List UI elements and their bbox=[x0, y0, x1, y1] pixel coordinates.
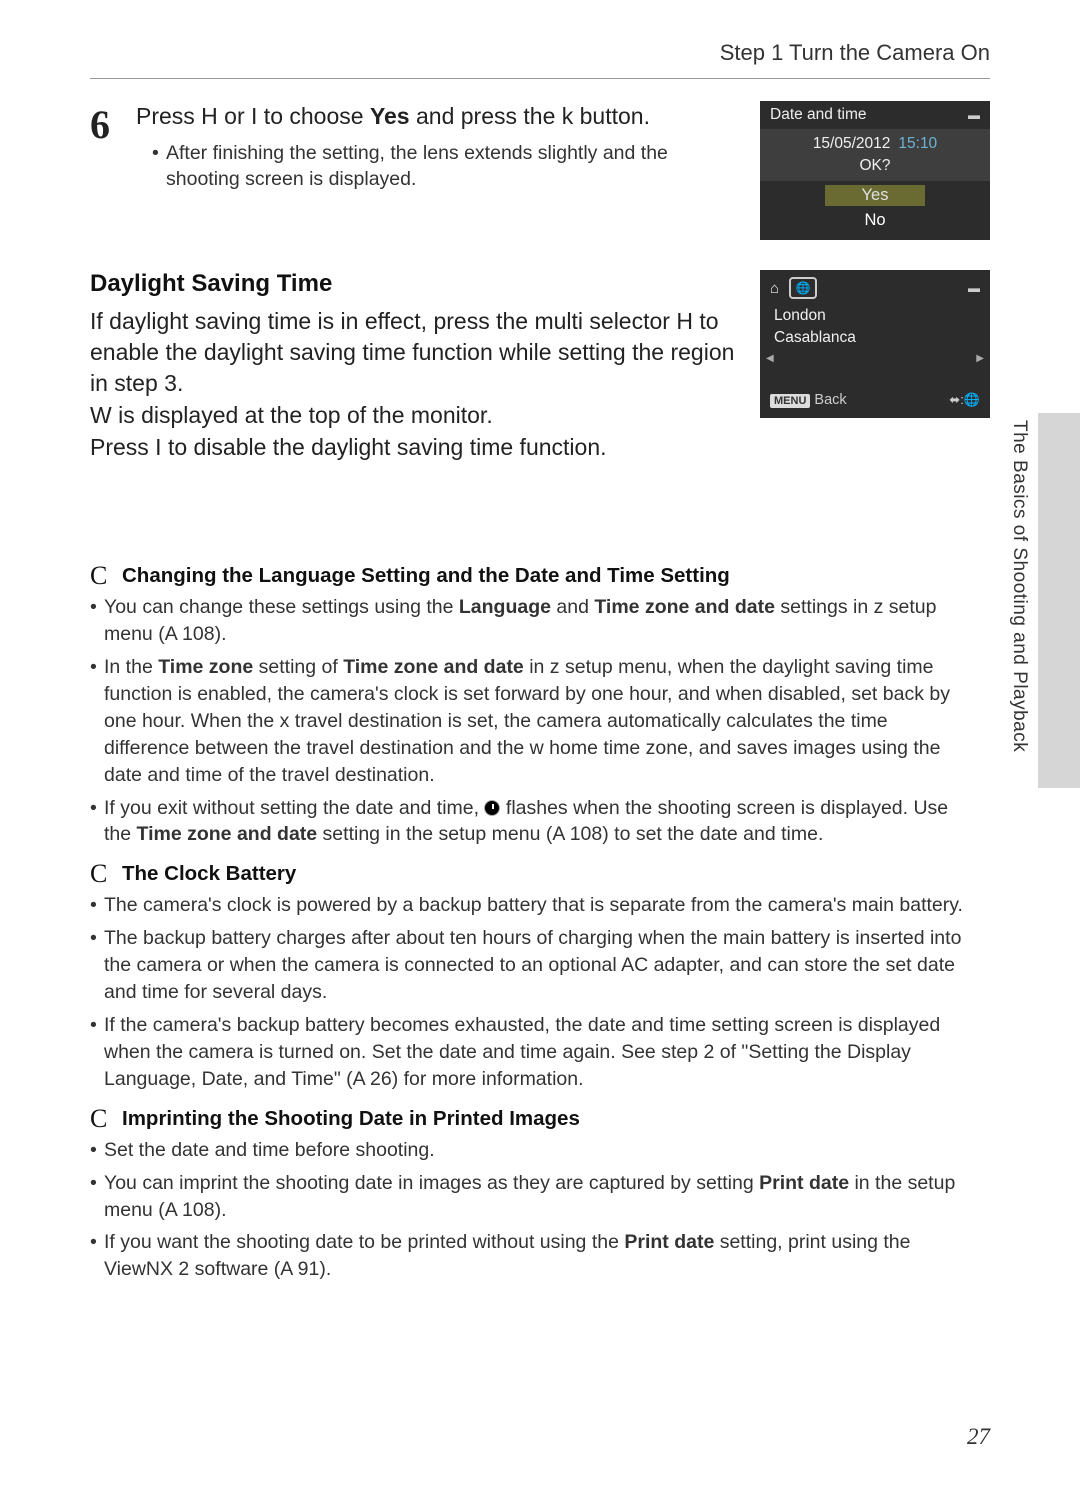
battery-icon: ▬ bbox=[968, 281, 980, 295]
step-bullet: After finishing the setting, the lens ex… bbox=[152, 140, 735, 193]
dst-p1: If daylight saving time is in effect, pr… bbox=[90, 306, 735, 399]
note-a-bullet-3: If you exit without setting the date and… bbox=[90, 795, 970, 849]
note-heading-language: C Changing the Language Setting and the … bbox=[90, 564, 970, 588]
page-number: 27 bbox=[967, 1424, 990, 1450]
note-a-bullet-1: You can change these settings using the … bbox=[90, 594, 970, 648]
step-text-bold: Yes bbox=[370, 103, 410, 129]
screen-yes-option: Yes bbox=[825, 185, 925, 206]
note-icon: C bbox=[90, 859, 107, 889]
step-text-a: Press H or I to choose bbox=[136, 103, 370, 129]
note-b-bullet-2: The backup battery charges after about t… bbox=[90, 925, 970, 1006]
camera-screen-timezone: ⌂ 🌐 ▬ London Casablanca ◀ ▶ MENU Back ⬌:… bbox=[760, 270, 990, 418]
note-icon: C bbox=[90, 1104, 107, 1134]
note-b-bullet-1: The camera's clock is powered by a backu… bbox=[90, 892, 970, 919]
camera-screen-datetime: Date and time ▬ 15/05/201215:10 OK? Yes … bbox=[760, 101, 990, 240]
dst-row: Daylight Saving Time If daylight saving … bbox=[90, 270, 990, 464]
timezone-city-2: Casablanca bbox=[760, 327, 990, 349]
screen-title: Date and time bbox=[770, 106, 867, 124]
timezone-city-1: London bbox=[760, 305, 990, 327]
page-header: Step 1 Turn the Camera On bbox=[90, 40, 990, 66]
step-6-row: 6 Press H or I to choose Yes and press t… bbox=[90, 101, 990, 240]
screen-ok: OK? bbox=[760, 155, 990, 177]
note-c-bullet-1: Set the date and time before shooting. bbox=[90, 1137, 970, 1164]
note-title-a: Changing the Language Setting and the Da… bbox=[122, 564, 730, 587]
dst-p2: W is displayed at the top of the monitor… bbox=[90, 400, 735, 431]
note-c-bullet-3: If you want the shooting date to be prin… bbox=[90, 1229, 970, 1283]
step-text-b: and press the k button. bbox=[410, 103, 650, 129]
clock-icon bbox=[484, 800, 500, 816]
screen-date: 15/05/2012 bbox=[813, 135, 891, 152]
note-heading-imprint: C Imprinting the Shooting Date in Printe… bbox=[90, 1107, 970, 1131]
step-instruction: Press H or I to choose Yes and press the… bbox=[136, 101, 735, 132]
note-b-bullet-3: If the camera's backup battery becomes e… bbox=[90, 1012, 970, 1093]
dst-heading: Daylight Saving Time bbox=[90, 270, 735, 298]
note-c-bullet-2: You can imprint the shooting date in ima… bbox=[90, 1170, 970, 1224]
home-icon: ⌂ bbox=[770, 280, 779, 297]
back-label: Back bbox=[814, 392, 846, 408]
selector-icon: ⬌:🌐 bbox=[949, 392, 980, 408]
screen-no-option: No bbox=[760, 209, 990, 232]
battery-icon: ▬ bbox=[968, 108, 980, 122]
arrow-right-icon: ▶ bbox=[976, 353, 984, 364]
note-title-c: Imprinting the Shooting Date in Printed … bbox=[122, 1107, 580, 1130]
dst-p3: Press I to disable the daylight saving t… bbox=[90, 432, 735, 463]
arrow-left-icon: ◀ bbox=[766, 353, 774, 364]
dst-globe-icon: 🌐 bbox=[789, 277, 817, 299]
note-a-bullet-2: In the Time zone setting of Time zone an… bbox=[90, 654, 970, 789]
header-divider bbox=[90, 78, 990, 79]
note-title-b: The Clock Battery bbox=[122, 862, 296, 885]
step-number: 6 bbox=[90, 105, 110, 145]
note-icon: C bbox=[90, 561, 107, 591]
screen-time: 15:10 bbox=[898, 135, 937, 152]
menu-badge: MENU bbox=[770, 394, 810, 408]
note-heading-clock-battery: C The Clock Battery bbox=[90, 862, 970, 886]
